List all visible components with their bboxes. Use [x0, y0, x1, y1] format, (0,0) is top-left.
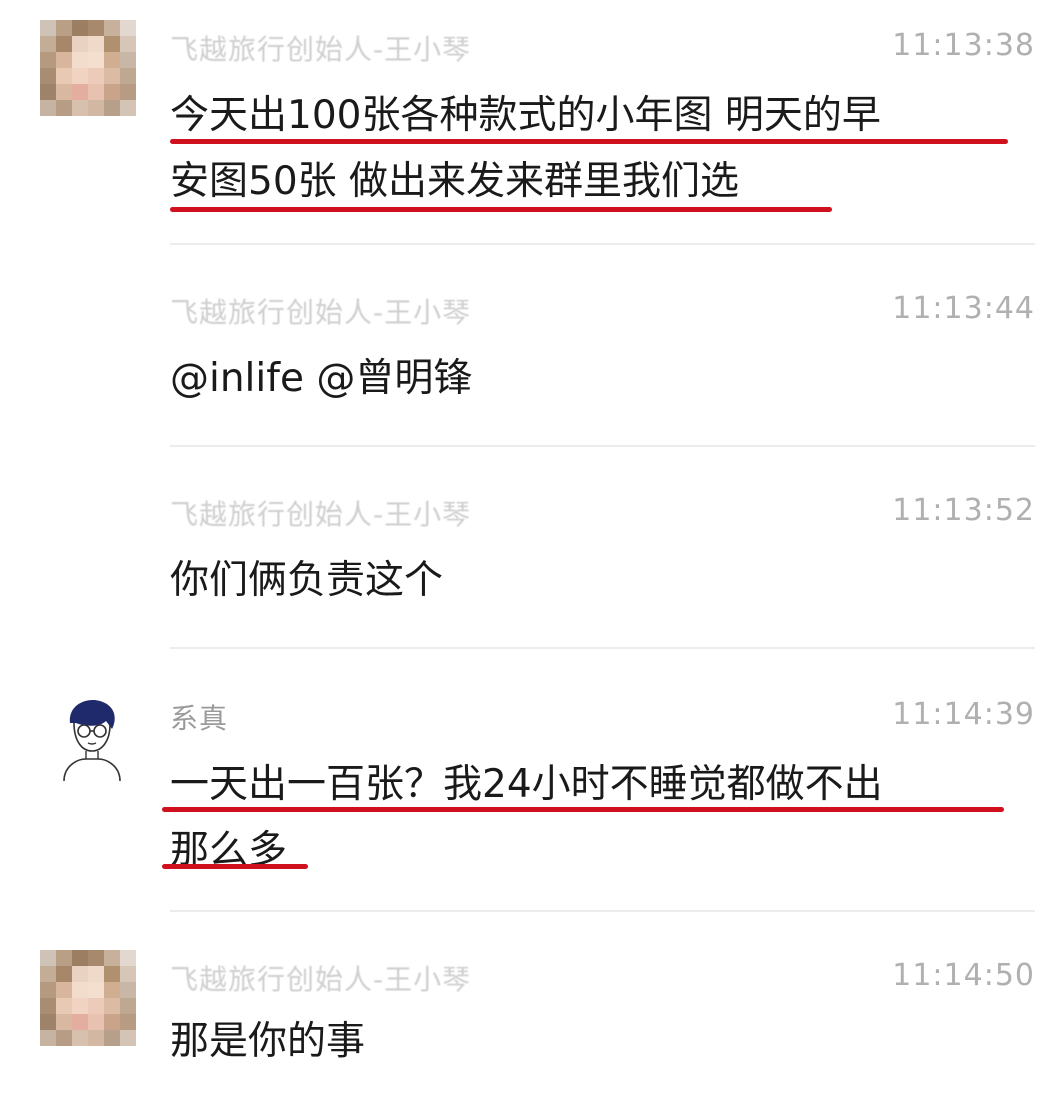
message-text-line: 那么多	[170, 828, 288, 873]
message-text-line: 那是你的事	[170, 1019, 366, 1064]
message-text-line: 你们俩负责这个	[170, 558, 444, 603]
sketch-boy-avatar-icon	[63, 699, 121, 782]
highlight-underline	[170, 139, 1008, 144]
message-timestamp: 11:13:52	[892, 493, 1035, 528]
chat-message: 飞越旅行创始人-王小琴 11:13:52 你们俩负责这个	[0, 447, 1053, 649]
sender-name[interactable]: 飞越旅行创始人-王小琴	[170, 958, 471, 998]
message-timestamp: 11:13:44	[892, 291, 1035, 326]
message-timestamp: 11:14:39	[892, 697, 1035, 732]
highlight-underline	[162, 807, 1004, 812]
chat-message: 飞越旅行创始人-王小琴 11:13:38 今天出100张各种款式的小年图 明天的…	[0, 0, 1053, 245]
sender-avatar[interactable]	[56, 693, 126, 783]
blurred-photo-avatar-icon	[40, 20, 136, 116]
message-text-line: 安图50张 做出来发来群里我们选	[170, 159, 740, 204]
sender-avatar[interactable]	[40, 20, 136, 116]
sender-avatar[interactable]	[40, 950, 136, 1046]
blurred-photo-avatar-icon	[40, 950, 136, 1046]
chat-message: 系真 11:14:39 一天出一百张？我24小时不睡觉都做不出 那么多	[0, 649, 1053, 912]
sender-name[interactable]: 飞越旅行创始人-王小琴	[170, 493, 471, 533]
sender-name[interactable]: 飞越旅行创始人-王小琴	[170, 291, 471, 331]
message-text-line: @inlife @曾明锋	[170, 356, 473, 401]
highlight-underline	[162, 864, 308, 869]
message-timestamp: 11:13:38	[892, 28, 1035, 63]
chat-message: 飞越旅行创始人-王小琴 11:13:44 @inlife @曾明锋	[0, 245, 1053, 447]
message-timestamp: 11:14:50	[892, 958, 1035, 993]
sender-name[interactable]: 飞越旅行创始人-王小琴	[170, 28, 471, 68]
highlight-underline	[170, 207, 832, 212]
chat-message: 飞越旅行创始人-王小琴 11:14:50 那是你的事	[0, 912, 1053, 1095]
sender-name[interactable]: 系真	[170, 697, 228, 737]
chat-log: 飞越旅行创始人-王小琴 11:13:38 今天出100张各种款式的小年图 明天的…	[0, 0, 1053, 1095]
